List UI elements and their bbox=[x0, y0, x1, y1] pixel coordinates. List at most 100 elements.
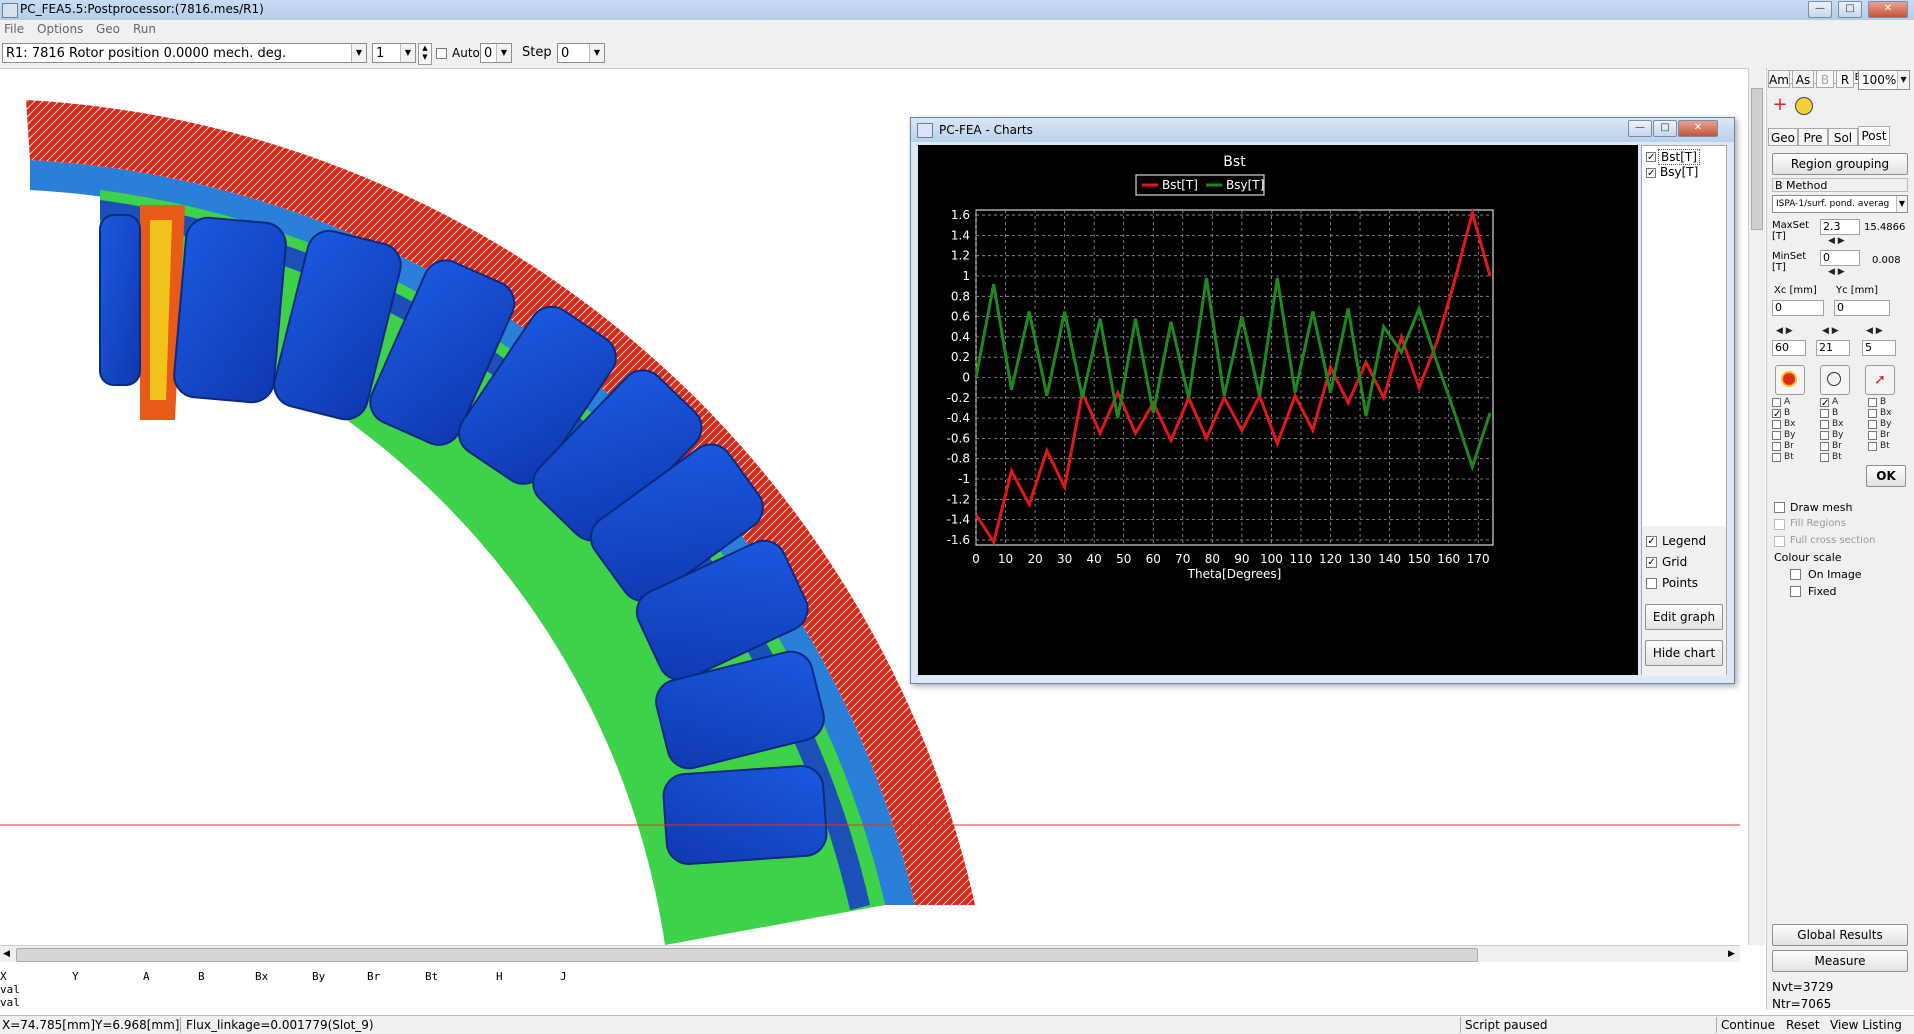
stepper-2-arrows[interactable]: ◀ ▶ bbox=[1822, 326, 1839, 336]
bst-series-label[interactable]: Bst[T] bbox=[1658, 149, 1700, 165]
edit-graph-button[interactable]: Edit graph bbox=[1645, 604, 1723, 630]
chevron-down-icon[interactable]: ▼ bbox=[1896, 196, 1907, 212]
vscroll-thumb[interactable] bbox=[1751, 88, 1763, 230]
crosshair-icon[interactable]: + bbox=[1771, 96, 1789, 114]
chevron-down-icon[interactable]: ▼ bbox=[589, 44, 604, 62]
minimize-button[interactable]: — bbox=[1808, 1, 1832, 18]
bsy-series-checkbox[interactable]: ✓ bbox=[1646, 168, 1656, 179]
col2-b-checkbox[interactable] bbox=[1820, 409, 1829, 418]
menu-geo[interactable]: Geo bbox=[96, 22, 120, 36]
window-title: PC_FEA5.5:Postprocessor:(7816.mes/R1) bbox=[20, 2, 264, 16]
charts-maximize-button[interactable]: □ bbox=[1653, 120, 1677, 137]
b-method-select[interactable]: ISPA-1/surf. pond. averag ▼ bbox=[1772, 195, 1908, 213]
rotor-position-select[interactable]: R1: 7816 Rotor position 0.0000 mech. deg… bbox=[2, 43, 367, 63]
col3-bt-checkbox[interactable] bbox=[1868, 442, 1877, 451]
on-image-checkbox[interactable] bbox=[1790, 569, 1801, 580]
col1-bt-checkbox[interactable] bbox=[1772, 453, 1781, 462]
col1-by-label: By bbox=[1784, 430, 1796, 440]
minset-input[interactable]: 0 bbox=[1820, 250, 1860, 266]
col1-br-checkbox[interactable] bbox=[1772, 442, 1781, 451]
y-tick-label: 1.4 bbox=[951, 228, 970, 242]
col2-br-checkbox[interactable] bbox=[1820, 442, 1829, 451]
tab-pre[interactable]: Pre bbox=[1798, 128, 1828, 146]
region-grouping-button[interactable]: Region grouping bbox=[1772, 153, 1908, 175]
col1-bx-checkbox[interactable] bbox=[1772, 420, 1781, 429]
continue-button[interactable]: Continue bbox=[1721, 1018, 1775, 1032]
yc-input[interactable]: 0 bbox=[1834, 300, 1890, 316]
chevron-down-icon[interactable]: ▼ bbox=[496, 44, 511, 62]
col3-br-checkbox[interactable] bbox=[1868, 431, 1877, 440]
chevron-down-icon[interactable]: ▼ bbox=[351, 44, 366, 62]
xc-input[interactable]: 0 bbox=[1772, 300, 1824, 316]
b-button[interactable]: B bbox=[1816, 70, 1834, 88]
stepper-3-arrows[interactable]: ◀ ▶ bbox=[1866, 326, 1883, 336]
measure-button[interactable]: Measure bbox=[1772, 950, 1908, 972]
charts-close-button[interactable]: ✕ bbox=[1678, 120, 1718, 137]
tab-geo[interactable]: Geo bbox=[1768, 128, 1798, 146]
menu-file[interactable]: File bbox=[4, 22, 24, 36]
chevron-down-icon[interactable]: ▼ bbox=[1897, 71, 1909, 89]
as-button[interactable]: As bbox=[1792, 70, 1814, 88]
col1-a-checkbox[interactable] bbox=[1772, 398, 1781, 407]
auto-checkbox[interactable] bbox=[436, 48, 447, 59]
maximize-button[interactable]: □ bbox=[1838, 1, 1862, 18]
zoom-select[interactable]: 100% ▼ bbox=[1858, 70, 1910, 90]
grid-checkbox[interactable]: ✓ bbox=[1646, 557, 1657, 568]
legend-checkbox[interactable]: ✓ bbox=[1646, 536, 1657, 547]
full-cross-section-checkbox[interactable] bbox=[1774, 536, 1785, 547]
step-select[interactable]: 0 ▼ bbox=[557, 43, 605, 63]
stepper-2-input[interactable]: 21 bbox=[1816, 340, 1850, 356]
draw-mesh-checkbox[interactable] bbox=[1774, 502, 1785, 513]
fill-regions-checkbox[interactable] bbox=[1774, 519, 1785, 530]
maxset-input[interactable]: 2.3 bbox=[1820, 219, 1860, 235]
stepper-1-arrows[interactable]: ◀ ▶ bbox=[1776, 326, 1793, 336]
global-results-button[interactable]: Global Results bbox=[1772, 924, 1908, 946]
tab-post[interactable]: Post bbox=[1858, 126, 1890, 146]
r-button[interactable]: R bbox=[1836, 70, 1854, 88]
maxset-spinner[interactable]: ◀ ▶ bbox=[1828, 236, 1845, 246]
am-button[interactable]: Am bbox=[1768, 70, 1790, 88]
ok-button[interactable]: OK bbox=[1866, 465, 1906, 487]
minset-spinner[interactable]: ◀ ▶ bbox=[1828, 267, 1845, 277]
target-icon[interactable] bbox=[1795, 97, 1813, 115]
menu-options[interactable]: Options bbox=[37, 22, 83, 36]
index-select[interactable]: 1 ▼ bbox=[372, 43, 416, 63]
flux-button[interactable] bbox=[1820, 365, 1850, 395]
canvas-hscroll[interactable]: ◀ ▶ bbox=[0, 945, 1740, 963]
contour-button[interactable] bbox=[1775, 365, 1805, 395]
stepper-3-input[interactable]: 5 bbox=[1862, 340, 1896, 356]
bsy-series-label[interactable]: Bsy[T] bbox=[1660, 165, 1698, 179]
scroll-right-icon[interactable]: ▶ bbox=[1728, 949, 1735, 959]
canvas-vscroll[interactable] bbox=[1748, 68, 1765, 945]
charts-minimize-button[interactable]: — bbox=[1628, 120, 1652, 137]
charts-window-titlebar[interactable]: PC-FEA - Charts — □ ✕ bbox=[911, 118, 1734, 142]
fixed-checkbox[interactable] bbox=[1790, 586, 1801, 597]
col3-bx-checkbox[interactable] bbox=[1868, 409, 1877, 418]
col3-b-checkbox[interactable] bbox=[1868, 398, 1877, 407]
nvt-readout: Nvt=3729 bbox=[1772, 980, 1834, 994]
col3-b-label: B bbox=[1880, 397, 1887, 407]
scroll-left-icon[interactable]: ◀ bbox=[3, 949, 10, 959]
hide-chart-button[interactable]: Hide chart bbox=[1645, 640, 1723, 666]
hscroll-thumb[interactable] bbox=[16, 948, 1478, 962]
bst-series-checkbox[interactable]: ✓ bbox=[1646, 152, 1656, 163]
col2-a-checkbox[interactable]: ✓ bbox=[1820, 398, 1829, 409]
stepper-1-input[interactable]: 60 bbox=[1772, 340, 1806, 356]
col3-by-checkbox[interactable] bbox=[1868, 420, 1877, 429]
menu-run[interactable]: Run bbox=[133, 22, 156, 36]
index-spinner[interactable]: ▲ ▼ bbox=[418, 43, 432, 65]
reset-button[interactable]: Reset bbox=[1786, 1018, 1820, 1032]
col1-b-checkbox[interactable]: ✓ bbox=[1772, 409, 1781, 420]
col2-bt-checkbox[interactable] bbox=[1820, 453, 1829, 462]
points-checkbox[interactable] bbox=[1646, 578, 1657, 589]
x-tick-label: 140 bbox=[1378, 552, 1401, 566]
close-button[interactable]: ✕ bbox=[1868, 1, 1908, 18]
auto-select[interactable]: 0 ▼ bbox=[480, 43, 512, 63]
view-listing-button[interactable]: View Listing bbox=[1830, 1018, 1902, 1032]
col2-by-checkbox[interactable] bbox=[1820, 431, 1829, 440]
col1-by-checkbox[interactable] bbox=[1772, 431, 1781, 440]
vector-button[interactable]: ➚ bbox=[1865, 365, 1895, 395]
col2-bx-checkbox[interactable] bbox=[1820, 420, 1829, 429]
tab-sol[interactable]: Sol bbox=[1828, 128, 1858, 146]
chevron-down-icon[interactable]: ▼ bbox=[400, 44, 415, 62]
